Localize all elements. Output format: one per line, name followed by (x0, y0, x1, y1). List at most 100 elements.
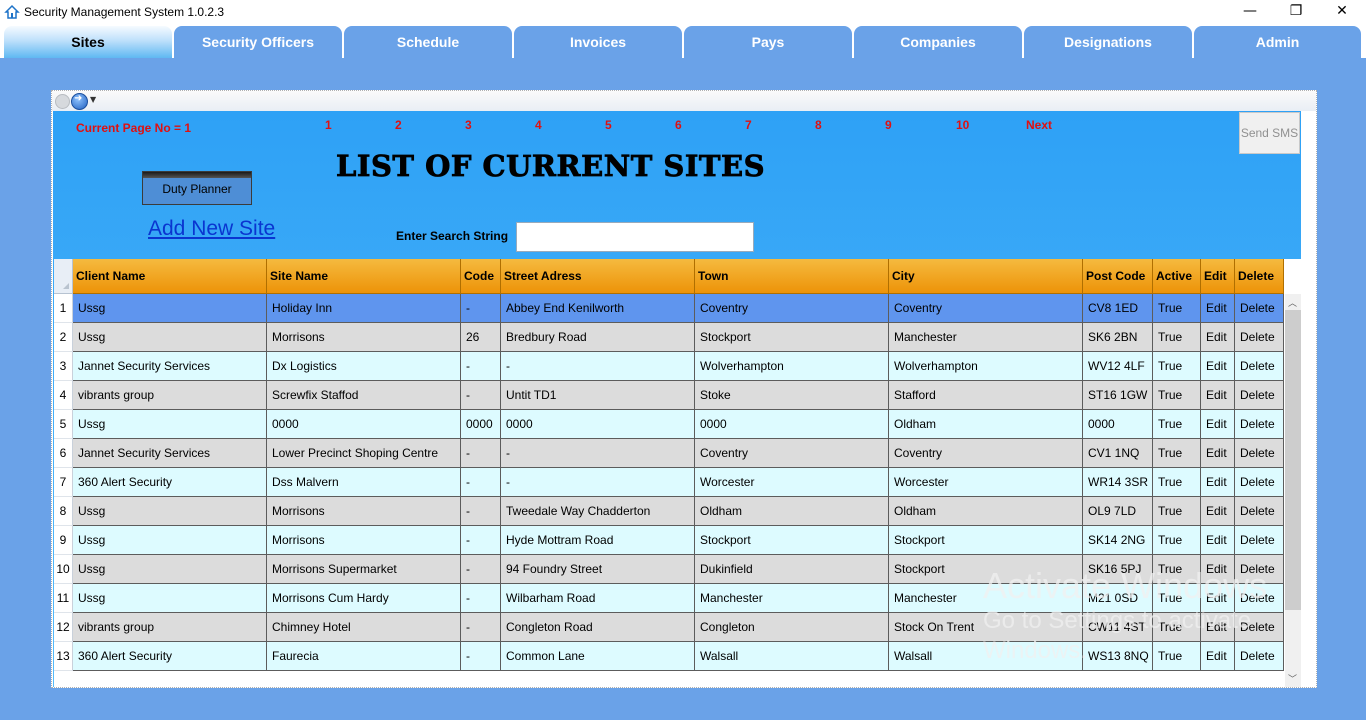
edit-link[interactable]: Edit (1201, 352, 1235, 381)
row-number[interactable]: 5 (54, 410, 73, 439)
edit-link[interactable]: Edit (1201, 642, 1235, 671)
row-number[interactable]: 6 (54, 439, 73, 468)
row-number[interactable]: 4 (54, 381, 73, 410)
pager-link-5[interactable]: 5 (605, 118, 612, 132)
table-row[interactable]: 2 Ussg Morrisons 26 Bredbury Road Stockport Ma… (54, 323, 1284, 352)
delete-link[interactable]: Delete (1235, 439, 1284, 468)
vertical-scrollbar[interactable]: ︿ ﹀ (1285, 294, 1301, 687)
delete-link[interactable]: Delete (1235, 497, 1284, 526)
delete-link[interactable]: Delete (1235, 584, 1284, 613)
delete-link[interactable]: Delete (1235, 468, 1284, 497)
pager-link-2[interactable]: 2 (395, 118, 402, 132)
edit-link[interactable]: Edit (1201, 381, 1235, 410)
col-header-code[interactable]: Code (461, 259, 501, 294)
tab-security-officers[interactable]: Security Officers (174, 26, 342, 58)
edit-link[interactable]: Edit (1201, 410, 1235, 439)
cell-post-code: ST16 1GW (1083, 381, 1153, 410)
delete-link[interactable]: Delete (1235, 352, 1284, 381)
table-row[interactable]: 4 vibrants group Screwfix Staffod - Untit TD… (54, 381, 1284, 410)
pager-link-8[interactable]: 8 (815, 118, 822, 132)
cell-site-name: Morrisons Supermarket (267, 555, 461, 584)
row-number[interactable]: 11 (54, 584, 73, 613)
table-row[interactable]: 13 360 Alert Security Faurecia - Common Lane… (54, 642, 1284, 671)
col-header-active[interactable]: Active (1153, 259, 1201, 294)
send-sms-button[interactable]: Send SMS (1239, 112, 1300, 154)
tab-schedule[interactable]: Schedule (344, 26, 512, 58)
col-header-client-name[interactable]: Client Name (73, 259, 267, 294)
delete-link[interactable]: Delete (1235, 613, 1284, 642)
col-header-delete[interactable]: Delete (1235, 259, 1284, 294)
delete-link[interactable]: Delete (1235, 526, 1284, 555)
edit-link[interactable]: Edit (1201, 526, 1235, 555)
row-number[interactable]: 9 (54, 526, 73, 555)
col-header-edit[interactable]: Edit (1201, 259, 1235, 294)
table-row[interactable]: 6 Jannet Security Services Lower Precinct … (54, 439, 1284, 468)
col-header-post-code[interactable]: Post Code (1083, 259, 1153, 294)
pager-link-7[interactable]: 7 (745, 118, 752, 132)
delete-link[interactable]: Delete (1235, 410, 1284, 439)
tab-admin[interactable]: Admin (1194, 26, 1361, 58)
tab-invoices[interactable]: Invoices (514, 26, 682, 58)
col-header-street-adress[interactable]: Street Adress (501, 259, 695, 294)
row-number[interactable]: 12 (54, 613, 73, 642)
delete-link[interactable]: Delete (1235, 555, 1284, 584)
edit-link[interactable]: Edit (1201, 497, 1235, 526)
grid-corner[interactable] (54, 259, 73, 294)
table-row[interactable]: 8 Ussg Morrisons - Tweedale Way Chadderton Ol… (54, 497, 1284, 526)
row-number[interactable]: 10 (54, 555, 73, 584)
cell-site-name: Morrisons Cum Hardy (267, 584, 461, 613)
edit-link[interactable]: Edit (1201, 439, 1235, 468)
pager-link-6[interactable]: 6 (675, 118, 682, 132)
pager-link-1[interactable]: 1 (325, 118, 332, 132)
scroll-thumb[interactable] (1285, 310, 1301, 610)
tab-companies[interactable]: Companies (854, 26, 1022, 58)
table-row[interactable]: 7 360 Alert Security Dss Malvern - - Worceste… (54, 468, 1284, 497)
duty-planner-button[interactable]: Duty Planner (142, 171, 252, 205)
cell-street-adress: Hyde Mottram Road (501, 526, 695, 555)
tab-sites[interactable]: Sites (4, 26, 172, 58)
delete-link[interactable]: Delete (1235, 642, 1284, 671)
table-row[interactable]: 12 vibrants group Chimney Hotel - Congleton … (54, 613, 1284, 642)
edit-link[interactable]: Edit (1201, 468, 1235, 497)
maximize-button[interactable]: ❐ (1273, 0, 1319, 24)
chevron-down-icon[interactable]: ▼ (90, 95, 96, 104)
tab-pays[interactable]: Pays (684, 26, 852, 58)
scroll-up-icon[interactable]: ︿ (1288, 296, 1297, 309)
delete-link[interactable]: Delete (1235, 323, 1284, 352)
table-row[interactable]: 10 Ussg Morrisons Supermarket -94 Foundry S… (54, 555, 1284, 584)
table-row[interactable]: 11 Ussg Morrisons Cum Hardy - Wilbarham Road… (54, 584, 1284, 613)
scroll-down-icon[interactable]: ﹀ (1288, 672, 1297, 685)
pager-link-10[interactable]: 10 (956, 118, 969, 132)
table-row[interactable]: 1 Ussg Holiday Inn - Abbey End Kenilworth Cov… (54, 294, 1284, 323)
edit-link[interactable]: Edit (1201, 323, 1235, 352)
pager-link-4[interactable]: 4 (535, 118, 542, 132)
row-number[interactable]: 13 (54, 642, 73, 671)
edit-link[interactable]: Edit (1201, 613, 1235, 642)
table-row[interactable]: 3 Jannet Security Services Dx Logistics - - W… (54, 352, 1284, 381)
pager-link-next[interactable]: Next (1026, 118, 1052, 132)
cell-city: Stock On Trent (889, 613, 1083, 642)
row-number[interactable]: 3 (54, 352, 73, 381)
edit-link[interactable]: Edit (1201, 555, 1235, 584)
row-number[interactable]: 8 (54, 497, 73, 526)
edit-link[interactable]: Edit (1201, 584, 1235, 613)
edit-link[interactable]: Edit (1201, 294, 1235, 323)
delete-link[interactable]: Delete (1235, 381, 1284, 410)
row-number[interactable]: 1 (54, 294, 73, 323)
table-row[interactable]: 5 Ussg 0000 0000 0000 0000 Oldham 0000 True Edit D… (54, 410, 1284, 439)
back-arrow-icon[interactable] (55, 94, 70, 109)
search-input[interactable] (516, 222, 754, 252)
add-new-site-link[interactable]: Add New Site (148, 217, 275, 241)
tab-designations[interactable]: Designations (1024, 26, 1192, 58)
row-number[interactable]: 2 (54, 323, 73, 352)
minimize-button[interactable]: — (1227, 0, 1273, 24)
col-header-city[interactable]: City (889, 259, 1083, 294)
delete-link[interactable]: Delete (1235, 294, 1284, 323)
close-button[interactable]: ✕ (1319, 0, 1365, 24)
pager-link-9[interactable]: 9 (885, 118, 892, 132)
col-header-site-name[interactable]: Site Name (267, 259, 461, 294)
pager-link-3[interactable]: 3 (465, 118, 472, 132)
col-header-town[interactable]: Town (695, 259, 889, 294)
row-number[interactable]: 7 (54, 468, 73, 497)
table-row[interactable]: 9 Ussg Morrisons - Hyde Mottram Road Stockpor… (54, 526, 1284, 555)
